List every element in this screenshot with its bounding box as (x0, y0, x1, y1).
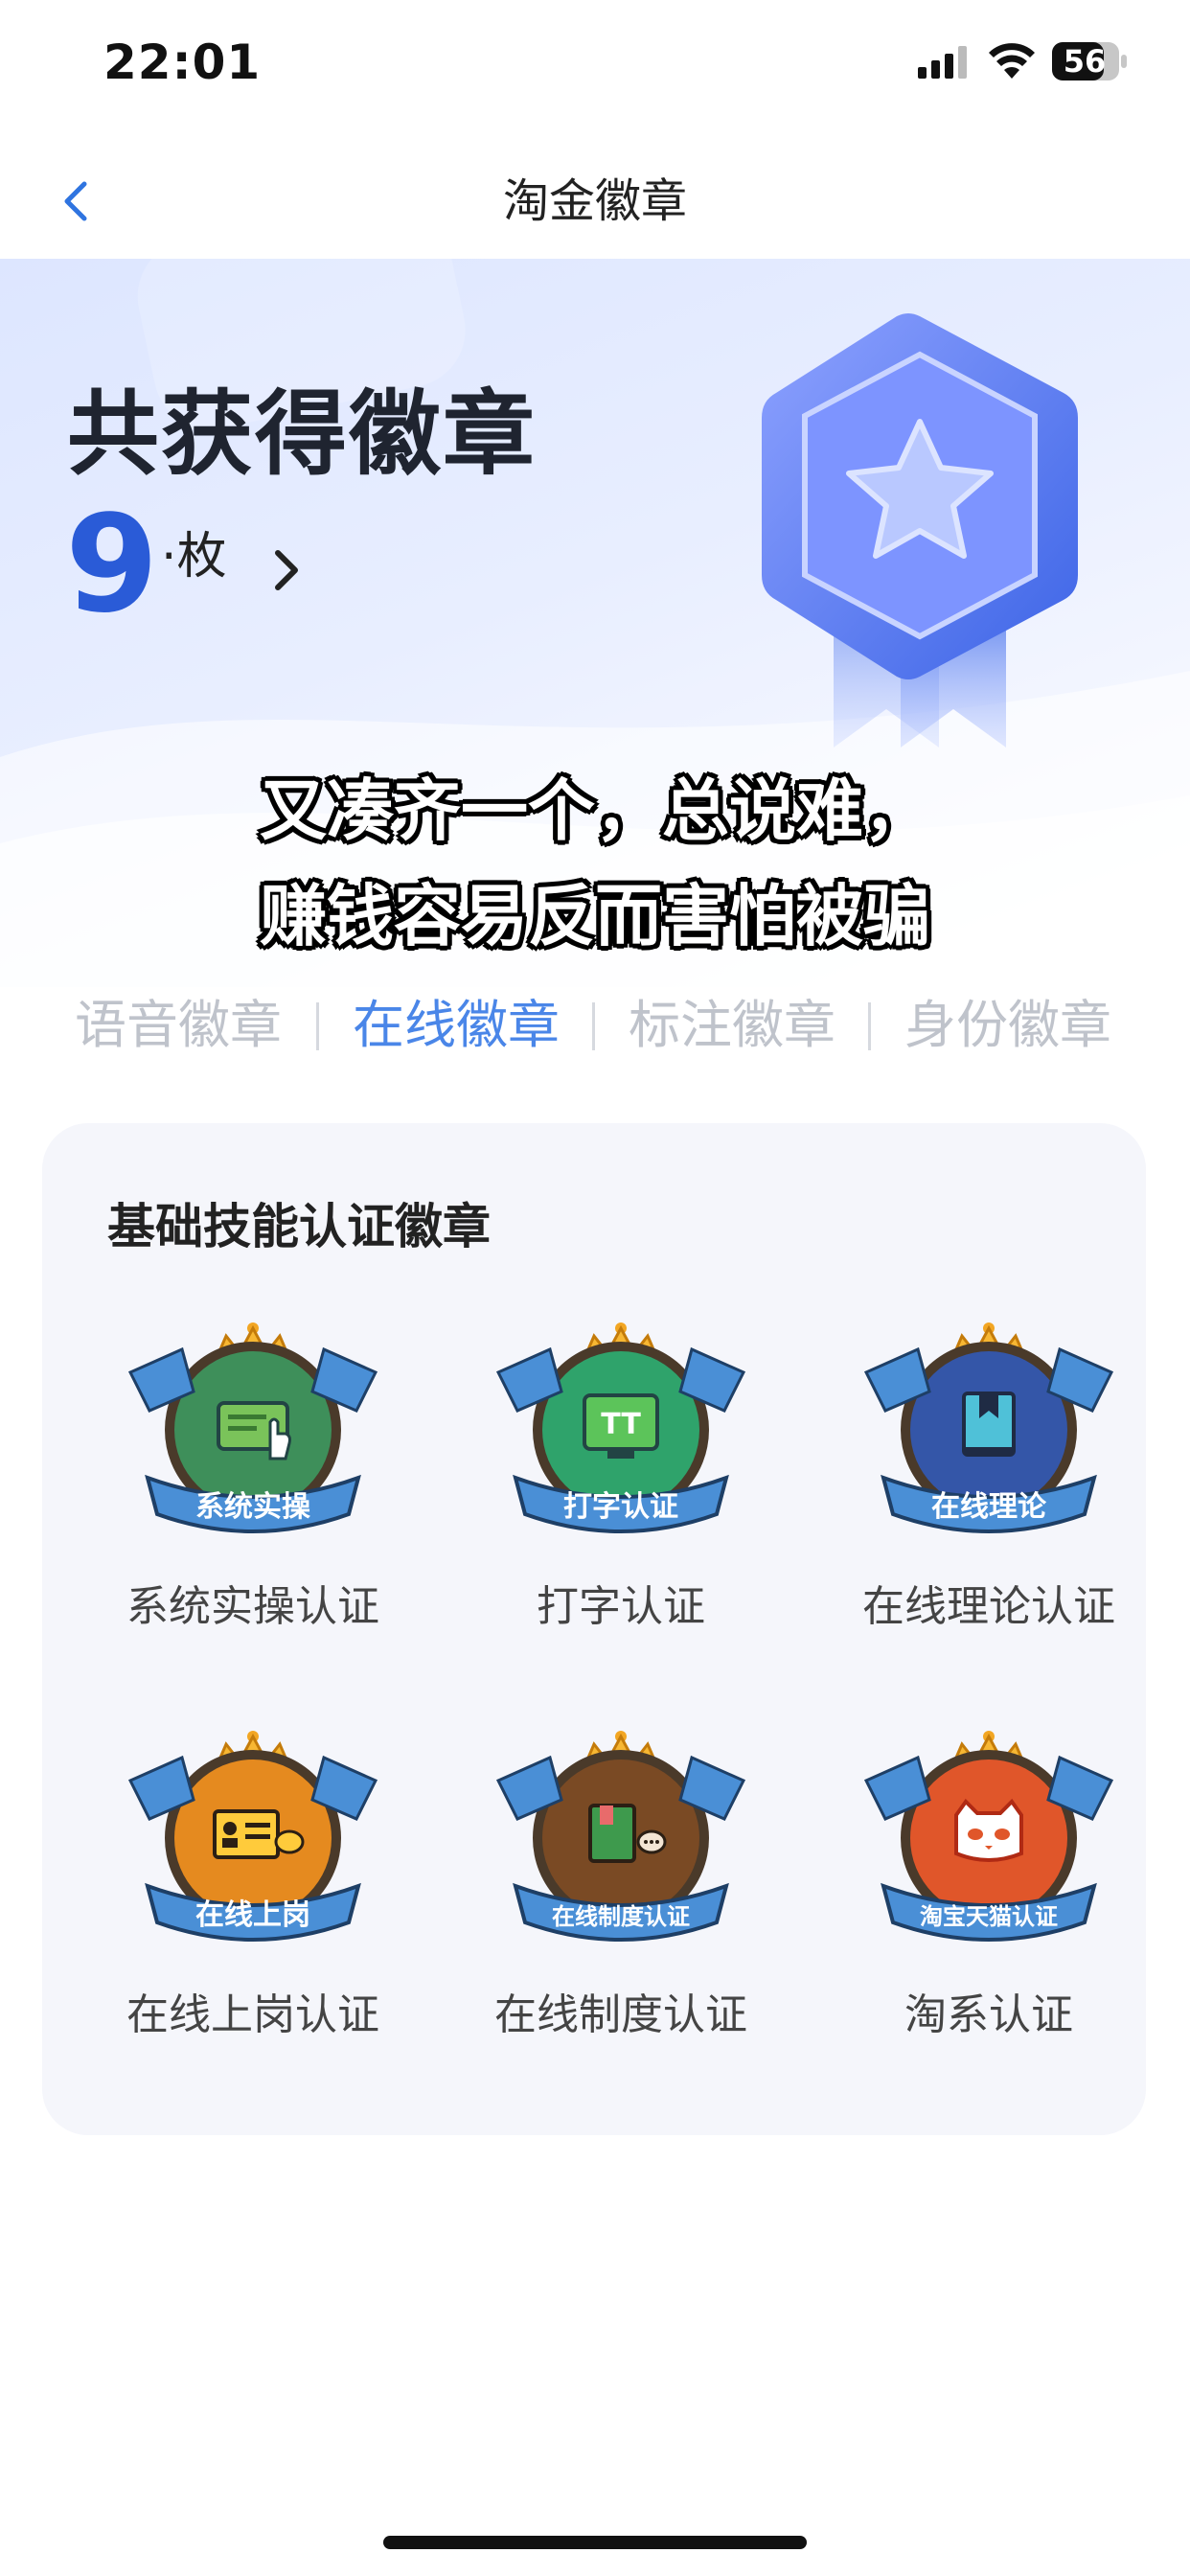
medal-icon (762, 313, 1078, 748)
badge-banner-text: 打字认证 (563, 1490, 678, 1524)
book-chat-icon: 在线制度认证 (495, 1731, 746, 1942)
badge-banner-text: 在线理论 (931, 1490, 1047, 1524)
badge-banner-text: 在线制度认证 (552, 1903, 690, 1930)
status-bar: 22:01 56 (0, 0, 1190, 134)
status-time: 22:01 (103, 34, 262, 90)
badge-item-6[interactable]: 淘宝天猫认证淘系认证 (835, 1723, 1142, 2106)
badge-total-title: 共获得徽章 (67, 380, 537, 488)
tab-divider (592, 1002, 595, 1050)
badge-total-count: 9 (65, 487, 159, 643)
wifi-icon (989, 43, 1035, 79)
tab-voice-badges[interactable]: 语音徽章 (75, 987, 282, 1064)
screen-hand-icon: 系统实操 (127, 1322, 378, 1533)
video-caption-line-1: 又凑齐一个，总说难， (260, 771, 930, 850)
badge-item-4[interactable]: 在线上岗在线上岗认证 (100, 1723, 406, 2106)
tab-divider (316, 1002, 319, 1050)
badge-label: 系统实操认证 (126, 1582, 379, 1631)
id-card-icon: 在线上岗 (127, 1731, 378, 1942)
badge-banner-text: 在线上岗 (195, 1898, 310, 1932)
badge-banner-text: 淘宝天猫认证 (920, 1903, 1058, 1930)
tab-annotation-badges[interactable]: 标注徽章 (629, 987, 835, 1064)
badge-label: 在线上岗认证 (126, 1990, 379, 2039)
nav-bar: 淘金徽章 (0, 144, 1190, 259)
badge-label: 在线理论认证 (862, 1582, 1115, 1631)
monitor-tt-icon: TT 打字认证 (495, 1322, 746, 1533)
back-button[interactable] (50, 165, 107, 238)
cellular-signal-icon (918, 46, 967, 79)
badge-item-5[interactable]: 在线制度认证 在线制度认证 (468, 1723, 774, 2106)
book-icon: 在线理论 (863, 1322, 1114, 1533)
badge-item-3[interactable]: 在线理论在线理论认证 (835, 1315, 1142, 1698)
badge-label: 打字认证 (537, 1582, 705, 1631)
badge-banner-text: 系统实操 (195, 1490, 311, 1524)
battery-level: 56 (1063, 43, 1107, 80)
tmall-cat-icon: 淘宝天猫认证 (863, 1731, 1114, 1942)
tab-identity-badges[interactable]: 身份徽章 (904, 987, 1111, 1064)
chevron-right-icon[interactable] (268, 541, 307, 599)
tab-divider (868, 1002, 871, 1050)
home-indicator (383, 2536, 807, 2549)
video-caption-line-2: 赚钱容易反而害怕被骗 (260, 877, 930, 955)
svg-text:TT: TT (601, 1408, 641, 1441)
page-title: 淘金徽章 (502, 174, 687, 228)
badge-item-2[interactable]: TT 打字认证 打字认证 (468, 1315, 774, 1698)
badge-summary-hero: 共获得徽章 9 ·枚 又凑齐一个，总说难， 赚钱容易反而害怕被骗 (0, 259, 1190, 987)
chevron-left-icon (64, 181, 87, 221)
section-title: 基础技能认证徽章 (107, 1199, 491, 1254)
badge-count-unit: ·枚 (161, 528, 227, 586)
badge-item-1[interactable]: 系统实操系统实操认证 (100, 1315, 406, 1698)
basic-skill-badges-card: 基础技能认证徽章 系统实操 系统实操认证 TT 打字认证 打字认证 在线理论 在线理论认… (42, 1123, 1146, 2135)
badge-category-tabs: 语音徽章 在线徽章 标注徽章 身份徽章 (0, 987, 1190, 1064)
badge-label: 在线制度认证 (494, 1990, 747, 2039)
badge-label: 淘系认证 (904, 1990, 1073, 2039)
tab-online-badges[interactable]: 在线徽章 (353, 987, 560, 1064)
